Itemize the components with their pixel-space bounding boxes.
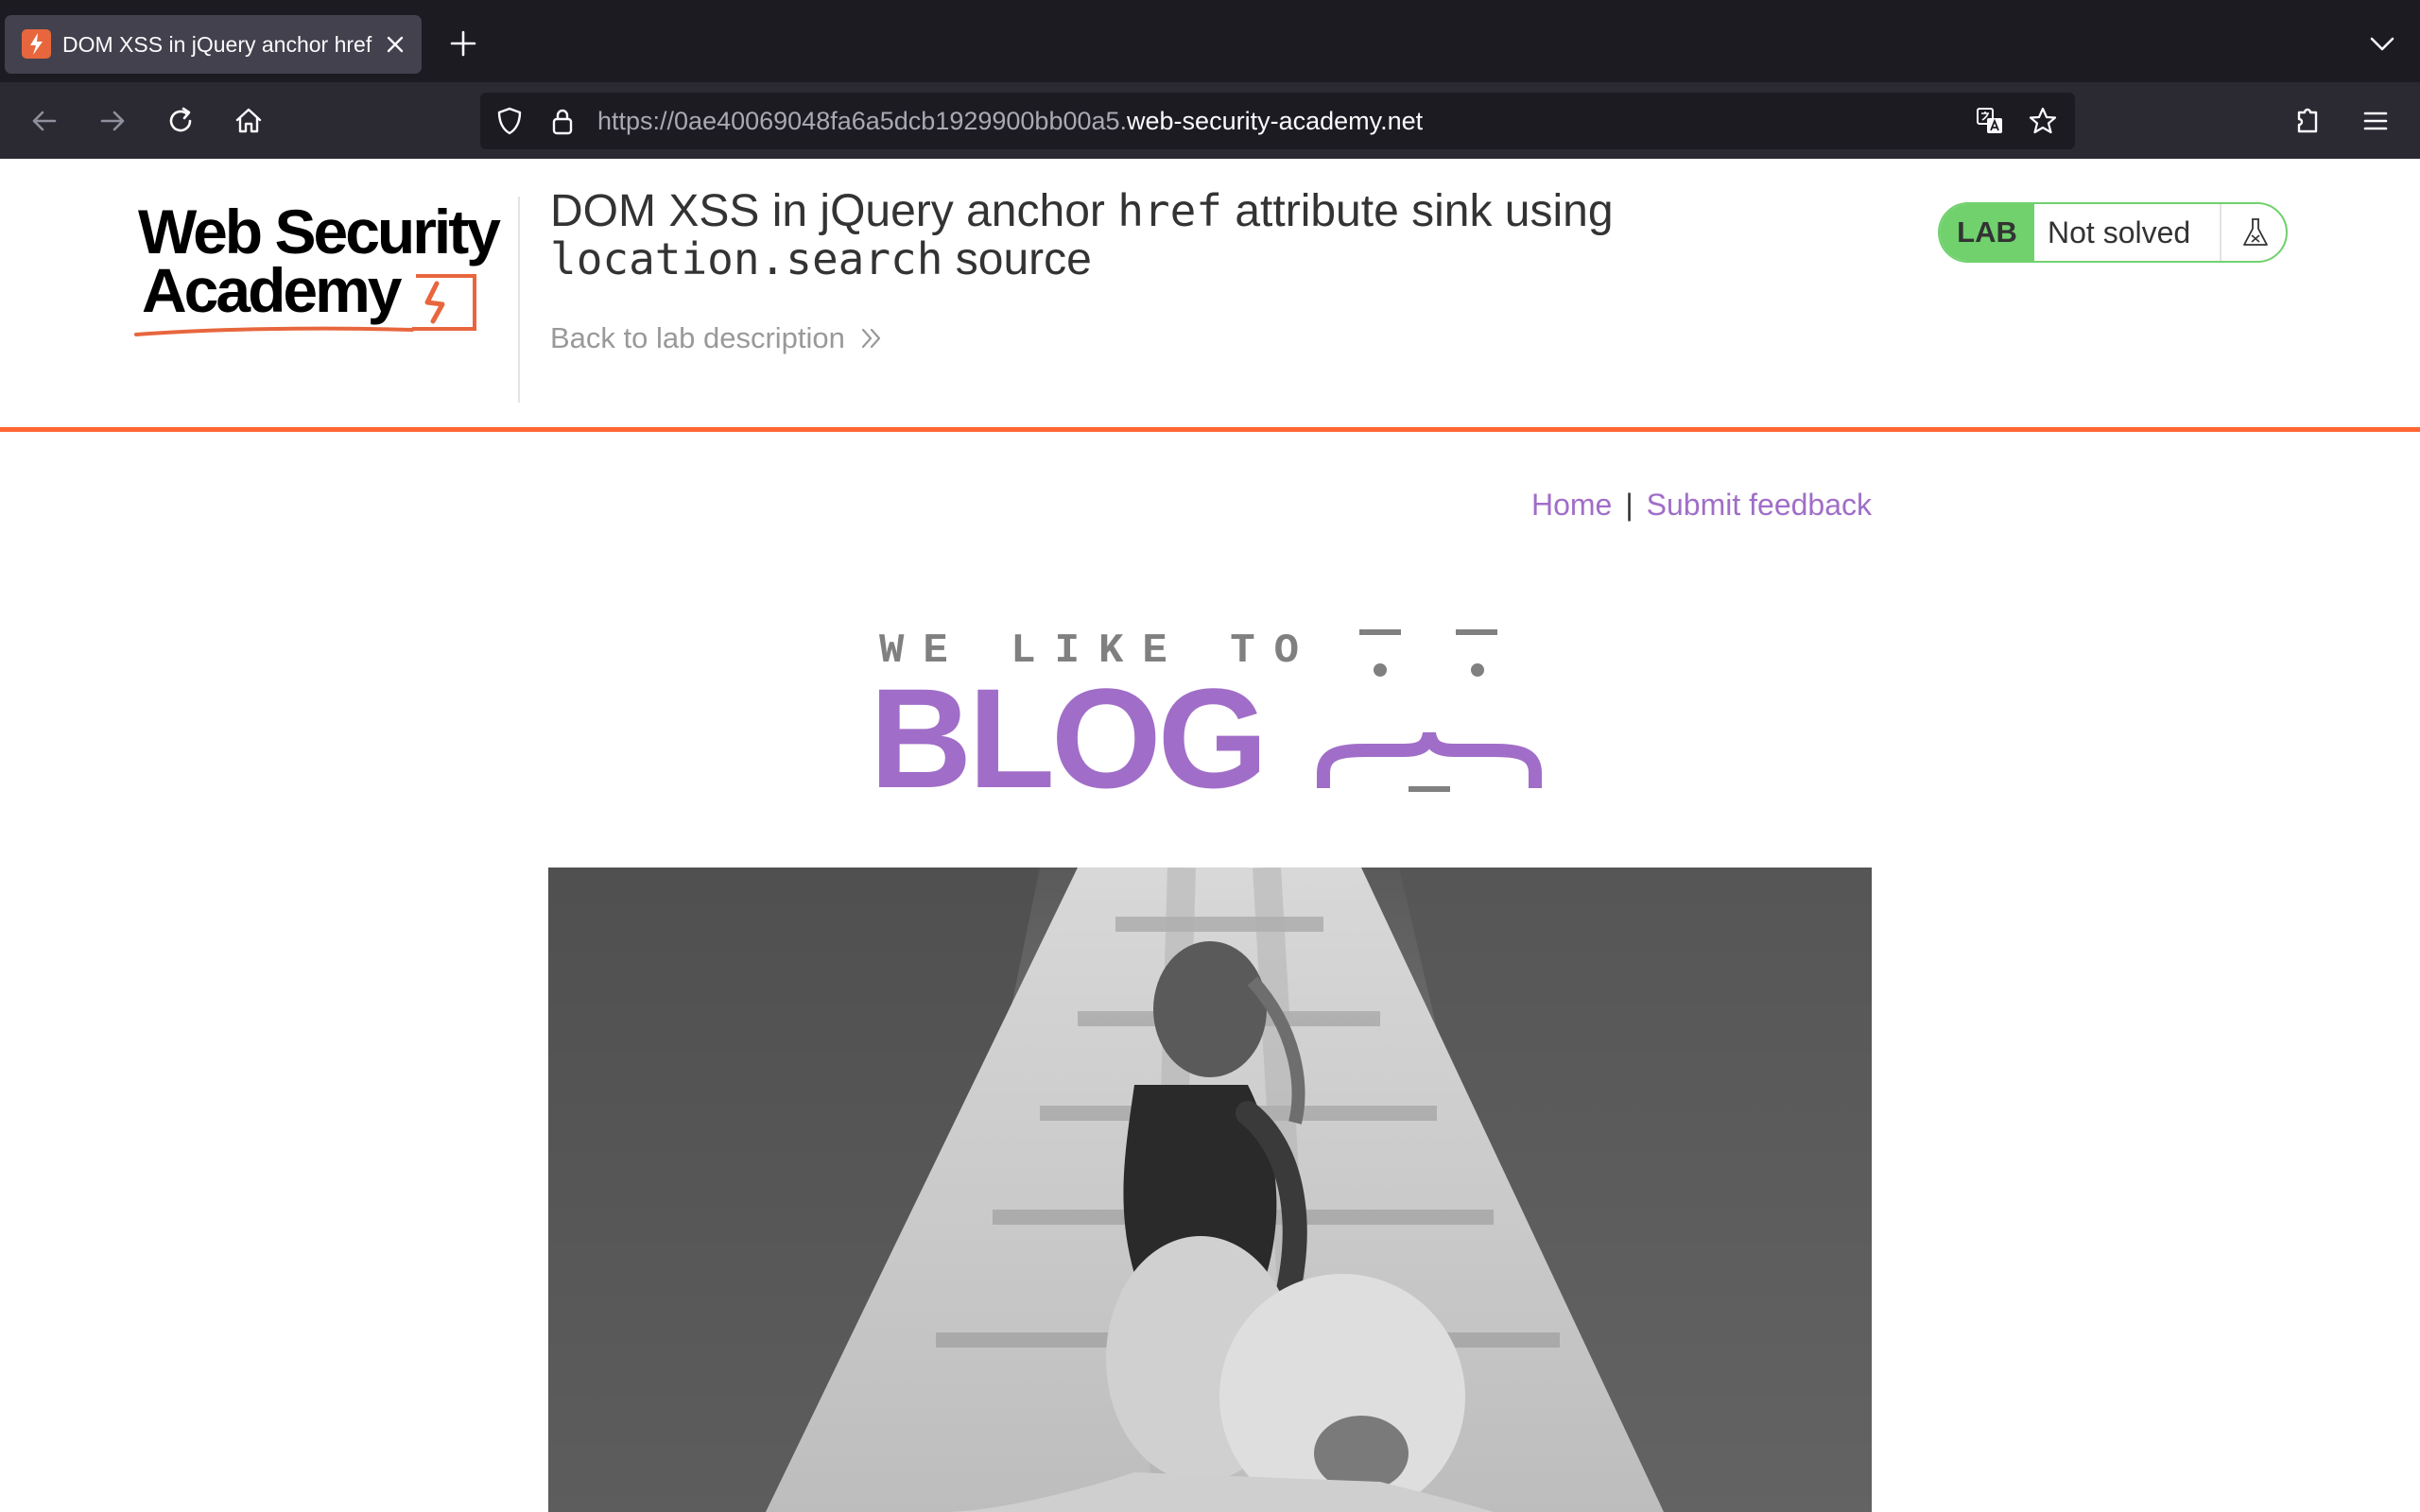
submit-feedback-link[interactable]: Submit feedback — [1647, 488, 1872, 522]
tab-close-icon[interactable] — [381, 30, 409, 59]
double-chevron-right-icon — [861, 328, 881, 349]
we-like-to-blog-banner: WE LIKE TO BLOG — [870, 627, 1542, 801]
home-link[interactable]: Home — [1531, 488, 1612, 522]
web-security-academy-logo[interactable]: Web Security Academy — [132, 197, 520, 348]
hamburger-menu-icon[interactable] — [2356, 101, 2395, 141]
svg-text:Academy: Academy — [142, 255, 403, 325]
browser-tab-active[interactable]: DOM XSS in jQuery anchor href — [5, 15, 422, 74]
back-arrow-icon[interactable] — [25, 101, 64, 141]
tab-title: DOM XSS in jQuery anchor href — [62, 32, 372, 57]
extensions-puzzle-icon[interactable] — [2288, 101, 2327, 141]
forward-arrow-icon[interactable] — [93, 101, 132, 141]
blog-navigation: Home | Submit feedback — [1512, 488, 1872, 533]
tracking-protection-shield-icon[interactable] — [493, 105, 526, 137]
lab-title: DOM XSS in jQuery anchor href attribute … — [550, 185, 1614, 284]
url-text[interactable]: https://0ae40069048fa6a5dcb1929900bb00a5… — [597, 93, 1423, 149]
new-tab-plus-icon[interactable] — [444, 25, 482, 62]
reload-icon[interactable] — [161, 101, 200, 141]
lab-status-widget: LAB Not solved — [1938, 202, 2288, 263]
translate-icon[interactable] — [1974, 105, 2006, 137]
portswigger-favicon-icon — [22, 29, 51, 59]
lab-badge: LAB — [1940, 204, 2034, 261]
nav-separator: | — [1625, 488, 1634, 522]
list-all-tabs-chevron-down-icon[interactable] — [2363, 25, 2401, 62]
lab-status-text: Not solved — [2048, 215, 2191, 249]
bookmark-star-icon[interactable] — [2027, 105, 2059, 137]
lab-status-flask — [2220, 204, 2286, 261]
browser-tab-strip: DOM XSS in jQuery anchor href — [0, 0, 2420, 82]
svg-text:BLOG: BLOG — [870, 659, 1264, 801]
lab-header: Web Security Academy DOM XSS in jQuery a… — [0, 159, 2420, 431]
flask-icon — [2243, 218, 2268, 246]
back-to-lab-description-link[interactable]: Back to lab description — [550, 321, 885, 355]
header-orange-rule — [0, 427, 2420, 432]
blog-post-image[interactable] — [548, 868, 1872, 1512]
lock-icon[interactable] — [546, 105, 579, 137]
browser-navigation-bar: https://0ae40069048fa6a5dcb1929900bb00a5… — [0, 82, 2420, 159]
curly-brace-face-icon — [1317, 629, 1542, 792]
header-divider — [518, 197, 520, 403]
address-bar[interactable]: https://0ae40069048fa6a5dcb1929900bb00a5… — [480, 93, 2075, 149]
home-icon[interactable] — [229, 101, 268, 141]
